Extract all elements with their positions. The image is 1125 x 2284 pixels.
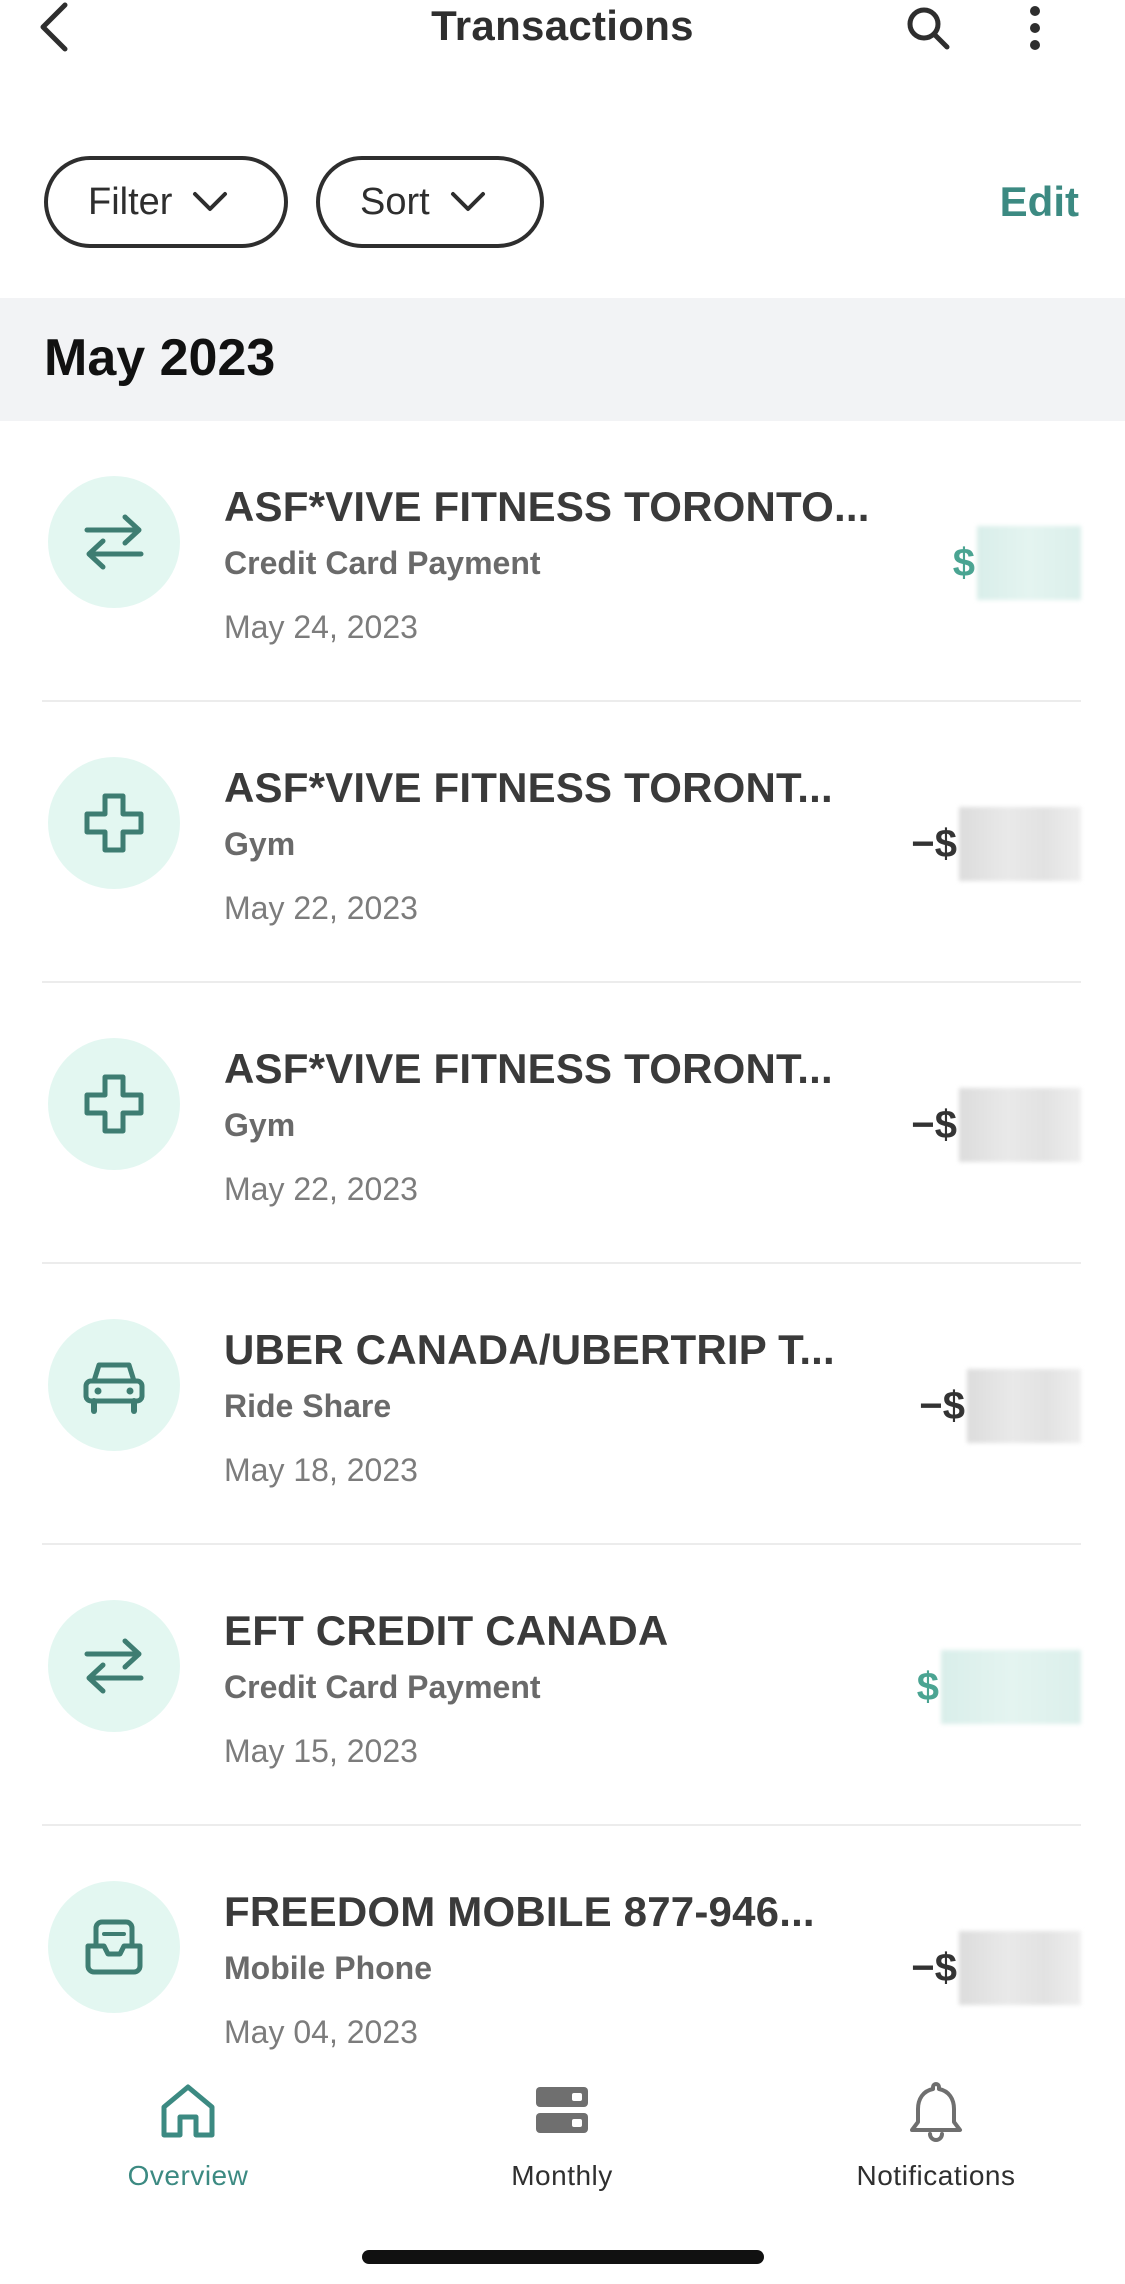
transaction-row[interactable]: ASF*VIVE FITNESS TORONTO... Credit Card …	[0, 421, 1125, 702]
home-indicator	[362, 2250, 764, 2264]
transaction-date: May 22, 2023	[224, 1171, 418, 1207]
search-button[interactable]	[900, 0, 956, 56]
edit-button[interactable]: Edit	[1000, 178, 1079, 226]
transaction-list: ASF*VIVE FITNESS TORONTO... Credit Card …	[0, 421, 1125, 2107]
redacted-amount	[959, 1088, 1081, 1162]
transaction-category: Credit Card Payment	[224, 545, 541, 581]
amount-sign: $	[952, 540, 975, 585]
transaction-date: May 04, 2023	[224, 2014, 418, 2050]
redacted-amount	[959, 1931, 1081, 2005]
transaction-category: Gym	[224, 826, 296, 862]
tab-monthly[interactable]: Monthly	[442, 2076, 682, 2192]
transaction-name: ASF*VIVE FITNESS TORONT...	[224, 764, 833, 811]
page-title: Transactions	[431, 2, 694, 49]
tab-overview[interactable]: Overview	[68, 2076, 308, 2192]
transaction-amount: $	[917, 1650, 1081, 1724]
more-vertical-icon	[1030, 6, 1040, 50]
transaction-amount: $	[953, 526, 1081, 600]
transaction-date: May 15, 2023	[224, 1733, 418, 1769]
filter-toolbar: Filter Sort Edit	[0, 150, 1125, 260]
amount-sign: −$	[919, 1383, 965, 1428]
transaction-category: Credit Card Payment	[224, 1669, 541, 1705]
transaction-name: UBER CANADA/UBERTRIP T...	[224, 1326, 835, 1373]
medical-cross-icon	[48, 1038, 180, 1170]
sort-label: Sort	[360, 180, 430, 223]
car-icon	[48, 1319, 180, 1451]
filter-label: Filter	[88, 180, 173, 223]
amount-sign: −$	[911, 1102, 957, 1147]
transaction-row[interactable]: ASF*VIVE FITNESS TORONT... Gym May 22, 2…	[0, 702, 1125, 983]
chevron-down-icon	[192, 191, 228, 213]
medical-cross-icon	[48, 757, 180, 889]
redacted-amount	[977, 526, 1081, 600]
chevron-down-icon	[450, 191, 486, 213]
bottom-tab-bar: Overview Monthly Notifications	[0, 2060, 1125, 2284]
redacted-amount	[967, 1369, 1081, 1443]
tab-label: Notifications	[856, 2160, 1016, 2191]
home-icon	[153, 2076, 223, 2146]
transaction-category: Mobile Phone	[224, 1950, 432, 1986]
transaction-name: FREEDOM MOBILE 877-946...	[224, 1888, 815, 1935]
transaction-name: ASF*VIVE FITNESS TORONTO...	[224, 483, 870, 530]
sort-button[interactable]: Sort	[316, 156, 544, 248]
transaction-amount: −$	[911, 1088, 1081, 1162]
transaction-category: Gym	[224, 1107, 296, 1143]
transfer-arrows-icon	[48, 476, 180, 608]
transaction-date: May 22, 2023	[224, 890, 418, 926]
month-section-header: May 2023	[0, 298, 1125, 421]
transaction-amount: −$	[919, 1369, 1081, 1443]
transaction-name: ASF*VIVE FITNESS TORONT...	[224, 1045, 833, 1092]
amount-sign: −$	[911, 1945, 957, 1990]
transaction-amount: −$	[911, 807, 1081, 881]
transaction-row[interactable]: UBER CANADA/UBERTRIP T... Ride Share May…	[0, 1264, 1125, 1545]
tab-notifications[interactable]: Notifications	[816, 2076, 1056, 2192]
transaction-category: Ride Share	[224, 1388, 392, 1424]
amount-sign: −$	[911, 821, 957, 866]
amount-sign: $	[916, 1664, 939, 1709]
mobile-phone-icon	[48, 1881, 180, 2013]
search-icon	[907, 7, 950, 50]
transaction-row[interactable]: ASF*VIVE FITNESS TORONT... Gym May 22, 2…	[0, 983, 1125, 1264]
transaction-date: May 24, 2023	[224, 609, 418, 645]
transfer-arrows-icon	[48, 1600, 180, 1732]
bell-icon	[901, 2076, 971, 2146]
transaction-date: May 18, 2023	[224, 1452, 418, 1488]
redacted-amount	[941, 1650, 1081, 1724]
transaction-amount: −$	[911, 1931, 1081, 2005]
transaction-row[interactable]: EFT CREDIT CANADA Credit Card Payment Ma…	[0, 1545, 1125, 1826]
more-options-button[interactable]	[1010, 0, 1060, 56]
monthly-cards-icon	[527, 2076, 597, 2146]
section-title: May 2023	[44, 329, 276, 387]
top-app-bar: Transactions	[0, 0, 1125, 60]
transaction-name: EFT CREDIT CANADA	[224, 1607, 669, 1654]
redacted-amount	[959, 807, 1081, 881]
filter-button[interactable]: Filter	[44, 156, 288, 248]
tab-label: Overview	[127, 2160, 249, 2191]
tab-label: Monthly	[511, 2160, 613, 2191]
